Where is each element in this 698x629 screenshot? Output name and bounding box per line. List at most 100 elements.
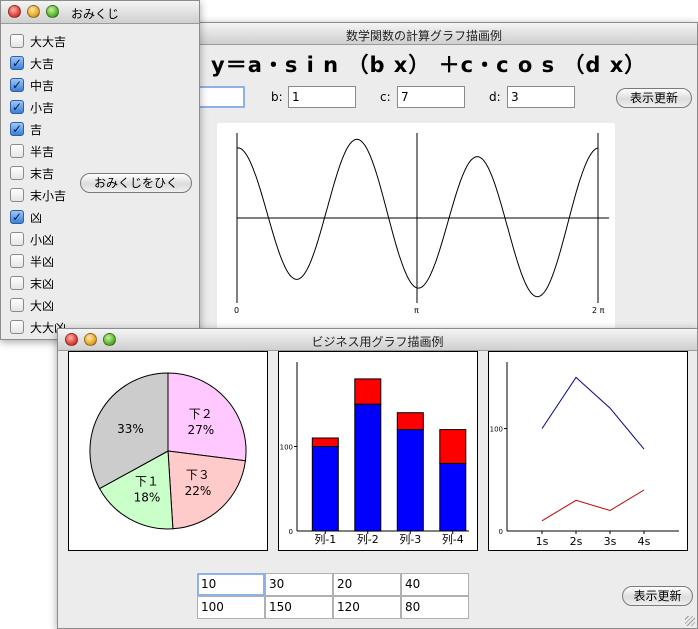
b-input[interactable] xyxy=(288,86,356,108)
omikuji-option-label: 吉 xyxy=(30,122,43,137)
table-cell[interactable]: 100 xyxy=(197,596,265,619)
table-cell[interactable]: 150 xyxy=(265,596,333,619)
checkmark-icon: ✓ xyxy=(11,210,23,224)
omikuji-option[interactable]: ✓ 中吉 xyxy=(10,76,54,94)
bar xyxy=(354,403,382,532)
omikuji-option[interactable]: 末吉 xyxy=(10,164,54,182)
bar-y-zero-label: 0 xyxy=(289,528,293,536)
tick-label-pi: π xyxy=(414,306,419,315)
omikuji-option[interactable]: ✓ 吉 xyxy=(10,120,42,138)
omikuji-option-label: 大吉 xyxy=(30,56,55,71)
checkbox[interactable] xyxy=(10,144,24,158)
math-titlebar[interactable]: 数学関数の計算グラフ描画例 xyxy=(151,23,697,45)
omikuji-window-controls xyxy=(8,5,59,18)
d-input[interactable] xyxy=(507,86,575,108)
omikuji-option[interactable]: 大凶 xyxy=(10,296,54,314)
bar xyxy=(354,378,382,405)
bar-category-label: 列-4 xyxy=(442,532,464,546)
checkbox[interactable] xyxy=(10,276,24,290)
pie-percent-label: 27% xyxy=(187,423,214,437)
checkmark-icon: ✓ xyxy=(11,100,23,114)
business-refresh-button[interactable]: 表示更新 xyxy=(622,586,693,606)
line-series xyxy=(541,376,645,450)
math-window: 数学関数の計算グラフ描画例 y＝a・s i n （b x） ＋c・c o s （… xyxy=(150,22,698,334)
omikuji-option[interactable]: ✓ 凶 xyxy=(10,208,42,226)
line-category-label: 2s xyxy=(570,535,583,548)
bar-chart: 100 0 列-1 列-2 列-3 列-4 xyxy=(280,362,469,546)
pie-chart-panel: 下２ 27% 下３ 22% 下１ 18% 33% xyxy=(68,351,268,551)
c-input[interactable] xyxy=(397,86,465,108)
checkbox[interactable] xyxy=(10,254,24,268)
bar-y-tick-label: 100 xyxy=(280,444,293,452)
bar xyxy=(311,437,339,447)
checkbox[interactable] xyxy=(10,34,24,48)
pie-slice-label: 下２ xyxy=(189,407,213,421)
close-icon[interactable] xyxy=(8,5,21,18)
bar xyxy=(439,429,467,464)
omikuji-option-label: 末凶 xyxy=(30,276,55,291)
checkbox[interactable]: ✓ xyxy=(10,56,24,70)
line-series xyxy=(541,489,645,522)
minimize-icon[interactable] xyxy=(27,5,40,18)
checkbox[interactable] xyxy=(10,232,24,246)
pie-slice-label: 下１ xyxy=(135,474,159,488)
omikuji-option[interactable]: 末凶 xyxy=(10,274,54,292)
business-titlebar[interactable]: ビジネス用グラフ描画例 xyxy=(58,329,697,351)
bar xyxy=(396,429,424,532)
checkbox[interactable] xyxy=(10,188,24,202)
table-cell[interactable]: 30 xyxy=(265,573,333,596)
checkbox[interactable]: ✓ xyxy=(10,210,24,224)
table-cell[interactable]: 120 xyxy=(333,596,401,619)
pie-slice-label: 下３ xyxy=(186,468,210,482)
line-chart-panel: 100 0 1s 2s 3s 4s xyxy=(488,351,688,551)
checkbox[interactable]: ✓ xyxy=(10,78,24,92)
resize-grip-icon[interactable] xyxy=(685,616,695,626)
math-window-title: 数学関数の計算グラフ描画例 xyxy=(345,29,502,43)
omikuji-titlebar[interactable]: おみくじ xyxy=(1,1,199,24)
pie-percent-label: 33% xyxy=(117,422,144,436)
omikuji-option-label: 半吉 xyxy=(30,144,55,159)
table-cell[interactable]: 20 xyxy=(333,573,401,596)
checkbox[interactable] xyxy=(10,298,24,312)
bar xyxy=(311,446,339,532)
table-cell[interactable]: 80 xyxy=(401,596,469,619)
checkbox[interactable]: ✓ xyxy=(10,122,24,136)
line-category-label: 4s xyxy=(638,535,651,548)
checkbox[interactable] xyxy=(10,166,24,180)
omikuji-option-label: 大凶 xyxy=(30,298,55,313)
pie-percent-label: 18% xyxy=(134,490,161,504)
tick-label-two-pi: 2 π xyxy=(592,306,605,315)
d-label: d: xyxy=(489,90,501,104)
omikuji-option-label: 凶 xyxy=(30,210,43,225)
omikuji-option[interactable]: 大大吉 xyxy=(10,32,66,50)
omikuji-window: おみくじ 大大吉 ✓ 大吉 ✓ 中吉 ✓ 小吉 ✓ 吉半吉 末吉 末小吉 ✓ 凶小凶 半凶 末凶 大凶 大大凶 … xyxy=(0,0,200,340)
omikuji-option[interactable]: 半吉 xyxy=(10,142,54,160)
bar xyxy=(439,462,467,532)
line-y-zero-label: 0 xyxy=(499,528,503,536)
checkbox[interactable] xyxy=(10,320,24,334)
math-refresh-button[interactable]: 表示更新 xyxy=(616,88,692,108)
omikuji-option-label: 小吉 xyxy=(30,100,55,115)
c-label: c: xyxy=(380,90,391,104)
line-chart: 100 0 1s 2s 3s 4s xyxy=(490,362,679,548)
omikuji-option-label: 末小吉 xyxy=(30,188,67,203)
omikuji-option[interactable]: ✓ 大吉 xyxy=(10,54,54,72)
checkmark-icon: ✓ xyxy=(11,122,23,136)
line-y-tick-label: 100 xyxy=(490,426,503,434)
draw-omikuji-button[interactable]: おみくじをひく xyxy=(80,173,192,193)
table-cell[interactable]: 10 xyxy=(197,573,265,596)
business-window: ビジネス用グラフ描画例 下２ 27% 下３ 22% 下１ 18% 33% 100 0 列-1 列-… xyxy=(57,328,698,629)
line-category-label: 1s xyxy=(536,535,549,548)
zoom-icon[interactable] xyxy=(46,5,59,18)
omikuji-option-label: 小凶 xyxy=(30,232,55,247)
bar-chart-panel: 100 0 列-1 列-2 列-3 列-4 xyxy=(278,351,478,551)
checkbox[interactable]: ✓ xyxy=(10,100,24,114)
omikuji-option[interactable]: 小凶 xyxy=(10,230,54,248)
omikuji-option[interactable]: 半凶 xyxy=(10,252,54,270)
omikuji-option[interactable]: ✓ 小吉 xyxy=(10,98,54,116)
omikuji-option-label: 末吉 xyxy=(30,166,55,181)
omikuji-option[interactable]: 末小吉 xyxy=(10,186,66,204)
omikuji-option-label: 半凶 xyxy=(30,254,55,269)
function-plot: 0 π 2 π xyxy=(217,123,615,331)
table-cell[interactable]: 40 xyxy=(401,573,469,596)
